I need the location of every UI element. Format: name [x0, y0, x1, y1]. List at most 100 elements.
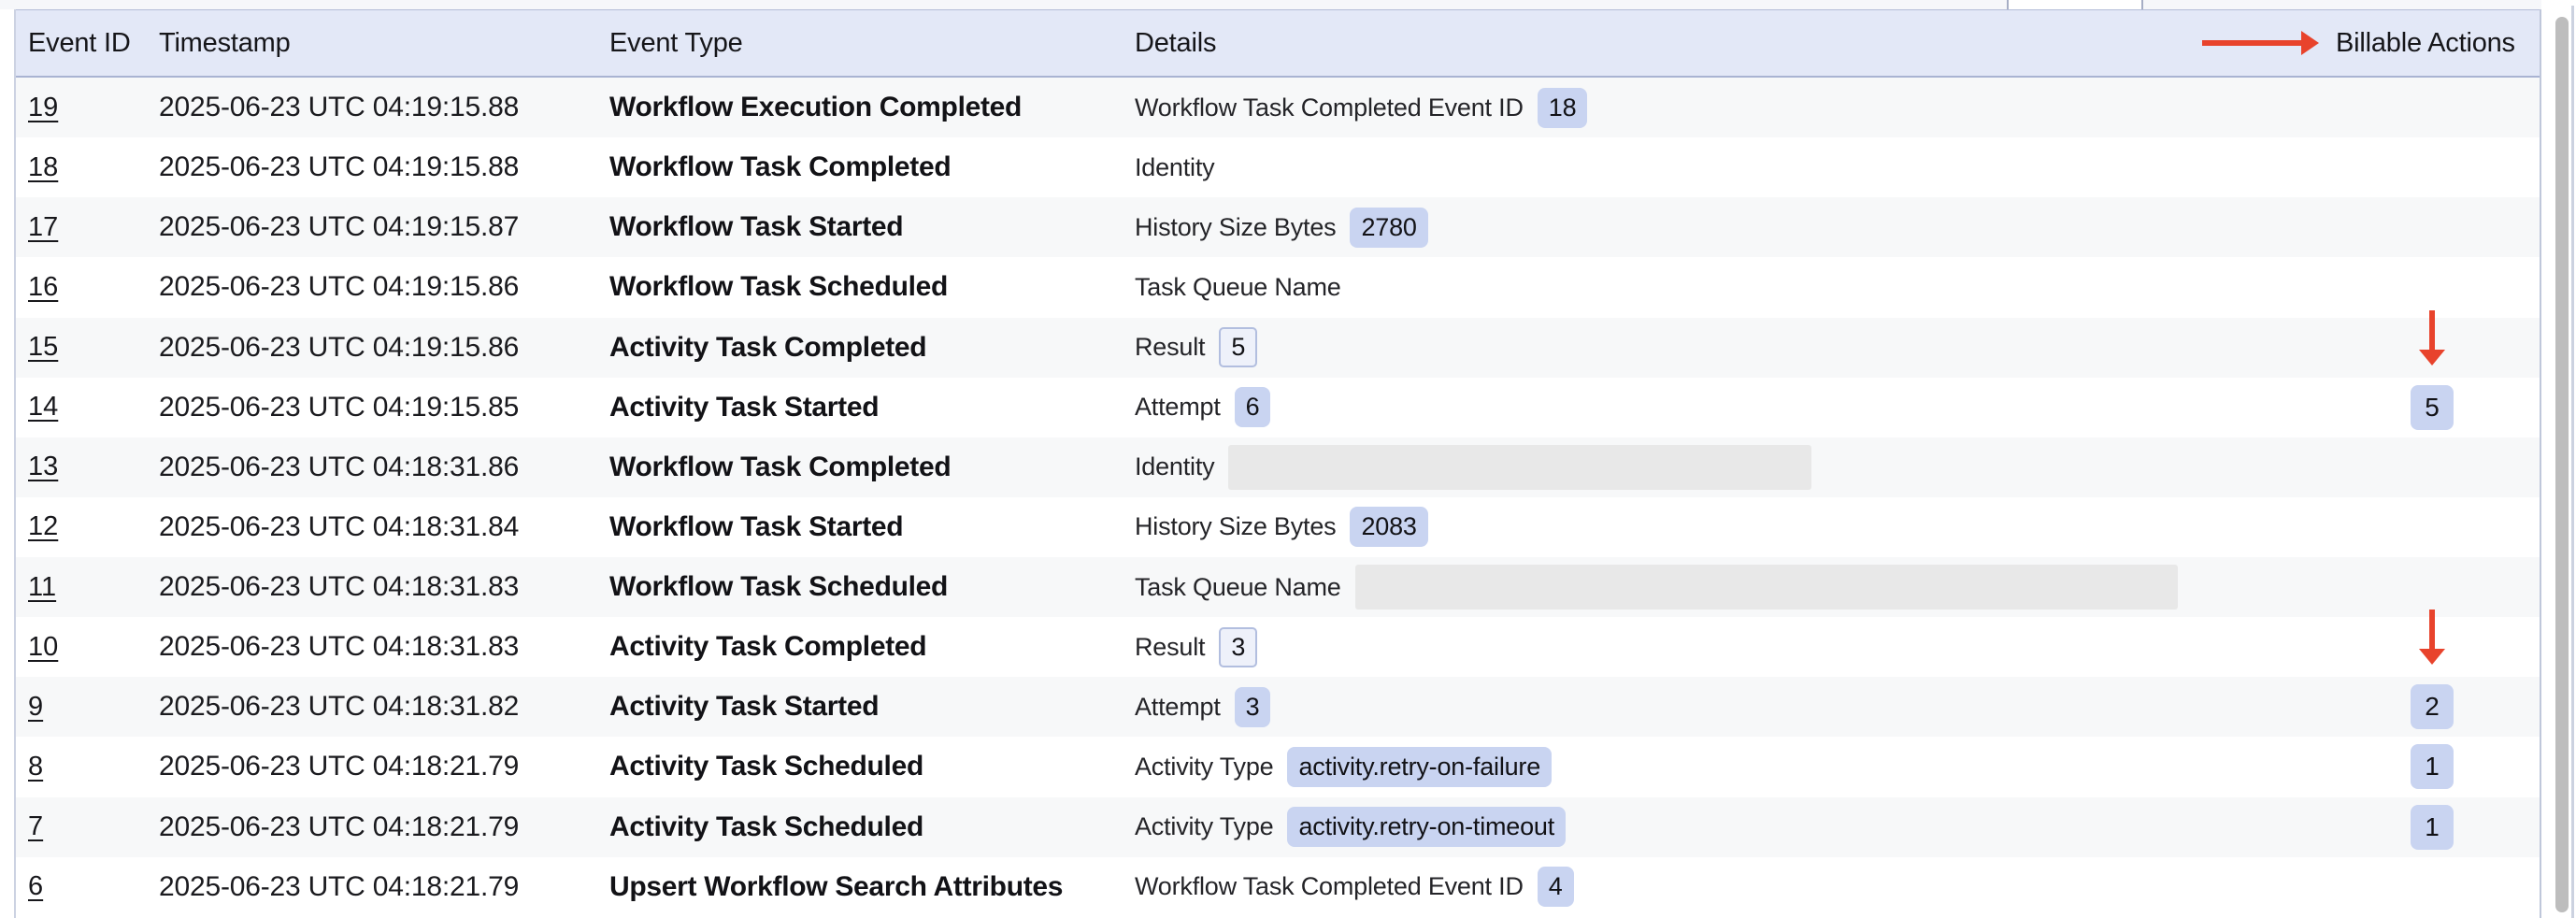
vertical-scrollbar-thumb[interactable]	[2555, 17, 2569, 912]
timestamp-cell: 2025-06-23 UTC 04:18:31.83	[159, 617, 519, 677]
event-type-cell: Activity Task Completed	[609, 318, 926, 378]
event-id-cell: 19	[28, 78, 58, 137]
details-cell: Activity Type activity.retry-on-failure	[1135, 737, 1552, 796]
event-id-cell: 6	[28, 857, 43, 917]
event-id-link[interactable]: 16	[28, 272, 58, 303]
event-id-link[interactable]: 14	[28, 392, 58, 423]
detail-label: Identity	[1135, 153, 1214, 182]
table-row[interactable]: 13 2025-06-23 UTC 04:18:31.86 Workflow T…	[16, 437, 2540, 497]
billable-count-badge: 2	[2411, 684, 2454, 729]
detail-value-badge: 3	[1219, 627, 1257, 667]
event-id-link[interactable]: 8	[28, 752, 43, 782]
details-cell: Identity	[1135, 137, 1214, 197]
detail-value-badge: 4	[1538, 867, 1574, 907]
details-cell: Activity Type activity.retry-on-timeout	[1135, 797, 1566, 857]
detail-label: Task Queue Name	[1135, 273, 1341, 302]
billable-count-badge: 1	[2411, 805, 2454, 850]
timestamp-cell: 2025-06-23 UTC 04:19:15.88	[159, 78, 519, 137]
billable-actions-cell: 2	[2410, 677, 2454, 737]
details-cell: History Size Bytes 2780	[1135, 197, 1428, 257]
details-cell: Result 3	[1135, 617, 1257, 677]
event-type-cell: Workflow Execution Completed	[609, 78, 1022, 137]
table-row[interactable]: 12 2025-06-23 UTC 04:18:31.84 Workflow T…	[16, 497, 2540, 557]
billable-count-badge: 1	[2411, 744, 2454, 789]
billable-actions-cell	[2410, 137, 2454, 197]
event-id-cell: 13	[28, 437, 58, 497]
column-header-event-type: Event Type	[609, 10, 743, 76]
event-id-link[interactable]: 18	[28, 152, 58, 183]
event-id-cell: 10	[28, 617, 58, 677]
table-row[interactable]: 17 2025-06-23 UTC 04:19:15.87 Workflow T…	[16, 197, 2540, 257]
detail-value-badge	[1228, 445, 1811, 490]
table-row[interactable]: 8 2025-06-23 UTC 04:18:21.79 Activity Ta…	[16, 737, 2540, 796]
detail-value-badge: 5	[1219, 327, 1257, 367]
table-body: 19 2025-06-23 UTC 04:19:15.88 Workflow E…	[16, 78, 2540, 917]
billable-actions-cell: 1	[2410, 737, 2454, 796]
table-row[interactable]: 10 2025-06-23 UTC 04:18:31.83 Activity T…	[16, 617, 2540, 677]
detail-label: History Size Bytes	[1135, 512, 1336, 541]
detail-label: Activity Type	[1135, 753, 1273, 782]
event-id-link[interactable]: 10	[28, 632, 58, 663]
billable-actions-cell	[2410, 78, 2454, 137]
event-id-link[interactable]: 7	[28, 811, 43, 842]
timestamp-cell: 2025-06-23 UTC 04:18:31.82	[159, 677, 519, 737]
detail-value-badge: 2780	[1350, 208, 1427, 248]
event-type-cell: Workflow Task Started	[609, 497, 903, 557]
table-header-row: Event ID Timestamp Event Type Details Bi…	[16, 9, 2540, 78]
event-id-link[interactable]: 13	[28, 452, 58, 482]
red-arrow-down-icon	[2429, 610, 2435, 649]
column-header-details: Details	[1135, 10, 1216, 76]
event-id-cell: 8	[28, 737, 43, 796]
event-id-cell: 14	[28, 378, 58, 437]
table-row[interactable]: 19 2025-06-23 UTC 04:19:15.88 Workflow E…	[16, 78, 2540, 137]
timestamp-cell: 2025-06-23 UTC 04:18:31.84	[159, 497, 519, 557]
timestamp-cell: 2025-06-23 UTC 04:18:21.79	[159, 857, 519, 917]
timestamp-cell: 2025-06-23 UTC 04:19:15.86	[159, 257, 519, 317]
table-row[interactable]: 15 2025-06-23 UTC 04:19:15.86 Activity T…	[16, 318, 2540, 378]
table-row[interactable]: 6 2025-06-23 UTC 04:18:21.79 Upsert Work…	[16, 857, 2540, 917]
event-id-cell: 16	[28, 257, 58, 317]
event-id-cell: 11	[28, 557, 56, 617]
detail-label: Activity Type	[1135, 812, 1273, 841]
detail-label: Workflow Task Completed Event ID	[1135, 872, 1524, 901]
details-cell: Identity	[1135, 437, 1811, 497]
event-type-cell: Activity Task Scheduled	[609, 797, 923, 857]
table-row[interactable]: 18 2025-06-23 UTC 04:19:15.88 Workflow T…	[16, 137, 2540, 197]
right-window-border	[2571, 6, 2574, 918]
details-cell: Task Queue Name	[1135, 557, 2178, 617]
detail-value-badge: activity.retry-on-timeout	[1287, 807, 1566, 847]
detail-value-badge: 18	[1538, 88, 1588, 128]
event-id-link[interactable]: 17	[28, 212, 58, 243]
billable-actions-cell	[2410, 557, 2454, 617]
detail-label: Result	[1135, 633, 1205, 662]
event-id-cell: 12	[28, 497, 58, 557]
event-id-link[interactable]: 15	[28, 332, 58, 363]
details-cell: Workflow Task Completed Event ID 18	[1135, 78, 1587, 137]
timestamp-cell: 2025-06-23 UTC 04:19:15.85	[159, 378, 519, 437]
billable-actions-cell	[2410, 197, 2454, 257]
billable-count-badge: 5	[2411, 385, 2454, 430]
table-row[interactable]: 16 2025-06-23 UTC 04:19:15.86 Workflow T…	[16, 257, 2540, 317]
details-cell: Attempt 6	[1135, 378, 1270, 437]
event-type-cell: Activity Task Started	[609, 378, 879, 437]
event-id-link[interactable]: 6	[28, 871, 43, 902]
column-header-event-id: Event ID	[28, 10, 131, 76]
detail-value-badge: activity.retry-on-failure	[1287, 747, 1552, 787]
detail-label: Task Queue Name	[1135, 573, 1341, 602]
event-id-link[interactable]: 11	[28, 572, 56, 603]
table-row[interactable]: 7 2025-06-23 UTC 04:18:21.79 Activity Ta…	[16, 797, 2540, 857]
billable-actions-cell	[2410, 497, 2454, 557]
detail-value-badge	[1355, 565, 2178, 610]
table-row[interactable]: 11 2025-06-23 UTC 04:18:31.83 Workflow T…	[16, 557, 2540, 617]
event-id-cell: 9	[28, 677, 43, 737]
red-arrow-down-icon	[2429, 310, 2435, 350]
timestamp-cell: 2025-06-23 UTC 04:19:15.88	[159, 137, 519, 197]
table-row[interactable]: 14 2025-06-23 UTC 04:19:15.85 Activity T…	[16, 378, 2540, 437]
table-row[interactable]: 9 2025-06-23 UTC 04:18:31.82 Activity Ta…	[16, 677, 2540, 737]
event-id-link[interactable]: 12	[28, 511, 58, 542]
event-id-link[interactable]: 9	[28, 692, 43, 723]
details-cell: Workflow Task Completed Event ID 4	[1135, 857, 1574, 917]
event-type-cell: Workflow Task Scheduled	[609, 257, 948, 317]
billable-actions-cell	[2410, 857, 2454, 917]
event-id-link[interactable]: 19	[28, 93, 58, 123]
